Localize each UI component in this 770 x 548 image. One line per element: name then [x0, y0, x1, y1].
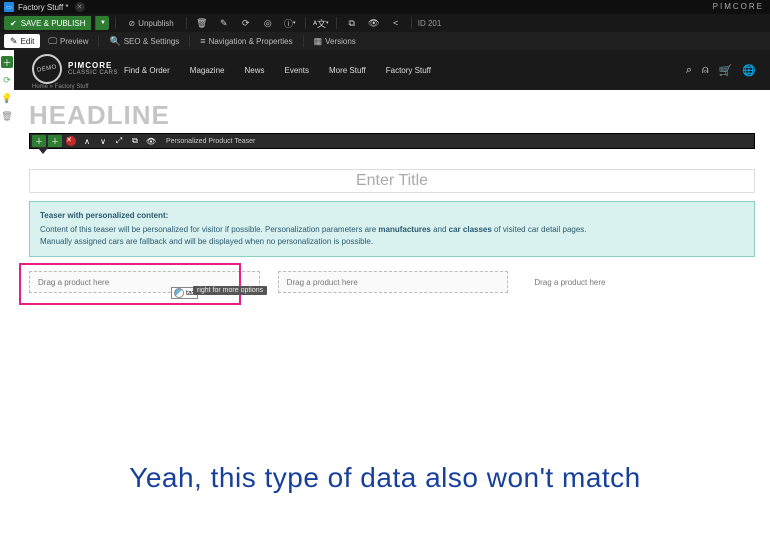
separator [189, 35, 190, 47]
separator [98, 35, 99, 47]
block-remove-icon[interactable]: ✕ [64, 135, 78, 147]
reload-icon[interactable]: ⟳ [237, 16, 255, 30]
share-icon[interactable]: < [387, 16, 405, 30]
separator [336, 17, 337, 29]
block-up-icon[interactable]: ∧ [80, 135, 94, 147]
block-copy-icon[interactable]: ⧉ [128, 135, 142, 147]
action-bar: ✔ SAVE & PUBLISH ▼ ⊘ Unpublish 🗑 ✎ ⟳ ◎ ⓘ… [0, 14, 770, 32]
block-down-icon[interactable]: ∨ [96, 135, 110, 147]
info-line2: Manually assigned cars are fallback and … [40, 236, 744, 248]
block-add-before-icon[interactable]: ＋ [32, 135, 46, 147]
context-tooltip: right for more options [193, 286, 267, 295]
block-visibility-icon[interactable]: 👁 [144, 135, 158, 147]
info-title: Teaser with personalized content: [40, 210, 744, 222]
nav-find-order[interactable]: Find & Order [124, 66, 170, 75]
trash-icon[interactable]: 🗑 [193, 16, 211, 30]
product-dropzone-2[interactable]: Drag a product here [278, 271, 509, 293]
versions-button[interactable]: ▦ Versions [308, 34, 362, 48]
product-dropzone-3[interactable]: Drag a product here [526, 271, 755, 293]
rename-icon[interactable]: ✎ [215, 16, 233, 30]
site-header: DEMO PIMCORE CLASSIC CARS Find & Order M… [14, 50, 770, 90]
slide-caption: Yeah, this type of data also won't match [0, 462, 770, 494]
title-placeholder: Enter Title [356, 172, 428, 190]
save-publish-button[interactable]: ✔ SAVE & PUBLISH [4, 16, 91, 30]
document-id: ID 201 [418, 19, 442, 28]
page-content: HEADLINE ＋ ＋ ✕ ∧ ∨ ⤢ ⧉ 👁 Personalized Pr… [14, 100, 770, 293]
nav-properties-button[interactable]: ≡ Navigation & Properties [194, 34, 298, 48]
brand-label: PIMCORE [713, 0, 764, 14]
info-line1: Content of this teaser will be personali… [40, 224, 744, 236]
preview-button[interactable]: 🖵 Preview [42, 34, 94, 48]
block-pointer [38, 148, 48, 154]
block-type-label: Personalized Product Teaser [166, 138, 255, 145]
sliders-icon: ≡ [200, 36, 205, 46]
logo-badge: DEMO [30, 52, 65, 87]
info-icon[interactable]: ⓘ▾ [281, 16, 299, 30]
edit-label: Edit [21, 37, 35, 46]
site-logo[interactable]: DEMO PIMCORE CLASSIC CARS [32, 54, 118, 84]
logo-line2: CLASSIC CARS [68, 70, 118, 76]
save-publish-label: SAVE & PUBLISH [21, 19, 86, 28]
preview-label: Preview [60, 37, 88, 46]
unpublish-label: Unpublish [138, 19, 174, 28]
unpublish-button[interactable]: ⊘ Unpublish [122, 16, 179, 30]
preview-eye-icon[interactable]: 👁 [365, 16, 383, 30]
secondary-toolbar: ✎ Edit 🖵 Preview 🔍 SEO & Settings ≡ Navi… [0, 32, 770, 50]
rail-trash-icon[interactable]: 🗑 [1, 110, 13, 122]
unpublish-icon: ⊘ [128, 19, 135, 28]
separator [303, 35, 304, 47]
tab-title: Factory Stuff * [18, 3, 69, 12]
target-icon[interactable]: ◎ [259, 16, 277, 30]
seo-button[interactable]: 🔍 SEO & Settings [103, 34, 185, 48]
rail-refresh-icon[interactable]: ⟳ [1, 74, 13, 86]
title-input[interactable]: Enter Title [29, 169, 755, 193]
rail-add-icon[interactable]: ＋ [1, 56, 13, 68]
breadcrumb: Home » Factory Stuff [32, 84, 89, 90]
open-icon[interactable]: ⧉ [343, 16, 361, 30]
document-icon: ▭ [4, 2, 14, 12]
nav-magazine[interactable]: Magazine [190, 66, 225, 75]
tab-close-icon[interactable]: ✕ [75, 2, 85, 12]
nav-news[interactable]: News [244, 66, 264, 75]
headline-placeholder[interactable]: HEADLINE [29, 100, 770, 131]
logo-line1: PIMCORE [68, 62, 118, 70]
versions-label: Versions [325, 37, 356, 46]
nav-more-stuff[interactable]: More Stuff [329, 66, 366, 75]
grid-icon: ▦ [314, 36, 323, 47]
search-icon: 🔍 [109, 36, 120, 47]
dropzone-row: Drag a product here Drag a product here … [29, 271, 755, 293]
user-icon[interactable]: ⍝ [702, 64, 709, 77]
separator [115, 17, 116, 29]
block-expand-icon[interactable]: ⤢ [112, 135, 126, 147]
globe-icon[interactable]: 🌐 [742, 64, 756, 77]
save-publish-dropdown[interactable]: ▼ [95, 16, 109, 30]
cart-icon[interactable]: 🛒 [719, 64, 733, 77]
rail-bulb-icon[interactable]: 💡 [1, 92, 13, 104]
seo-label: SEO & Settings [124, 37, 180, 46]
monitor-icon: 🖵 [48, 36, 57, 47]
separator [186, 17, 187, 29]
translate-icon[interactable]: ᴬ文▾ [312, 16, 330, 30]
block-add-after-icon[interactable]: ＋ [48, 135, 62, 147]
search-icon[interactable]: ⌕ [686, 64, 692, 77]
pencil-icon: ✎ [10, 36, 18, 47]
nav-label: Navigation & Properties [209, 37, 293, 46]
left-rail: ＋ ⟳ 💡 🗑 [0, 50, 14, 122]
info-box: Teaser with personalized content: Conten… [29, 201, 755, 257]
check-icon: ✔ [10, 19, 17, 28]
titlebar: ▭ Factory Stuff * ✕ PIMCORE [0, 0, 770, 14]
edit-button[interactable]: ✎ Edit [4, 34, 40, 48]
nav-events[interactable]: Events [285, 66, 309, 75]
separator [411, 17, 412, 29]
nav-factory-stuff[interactable]: Factory Stuff [386, 66, 431, 75]
separator [305, 17, 306, 29]
block-toolbar: ＋ ＋ ✕ ∧ ∨ ⤢ ⧉ 👁 Personalized Product Tea… [29, 133, 755, 149]
